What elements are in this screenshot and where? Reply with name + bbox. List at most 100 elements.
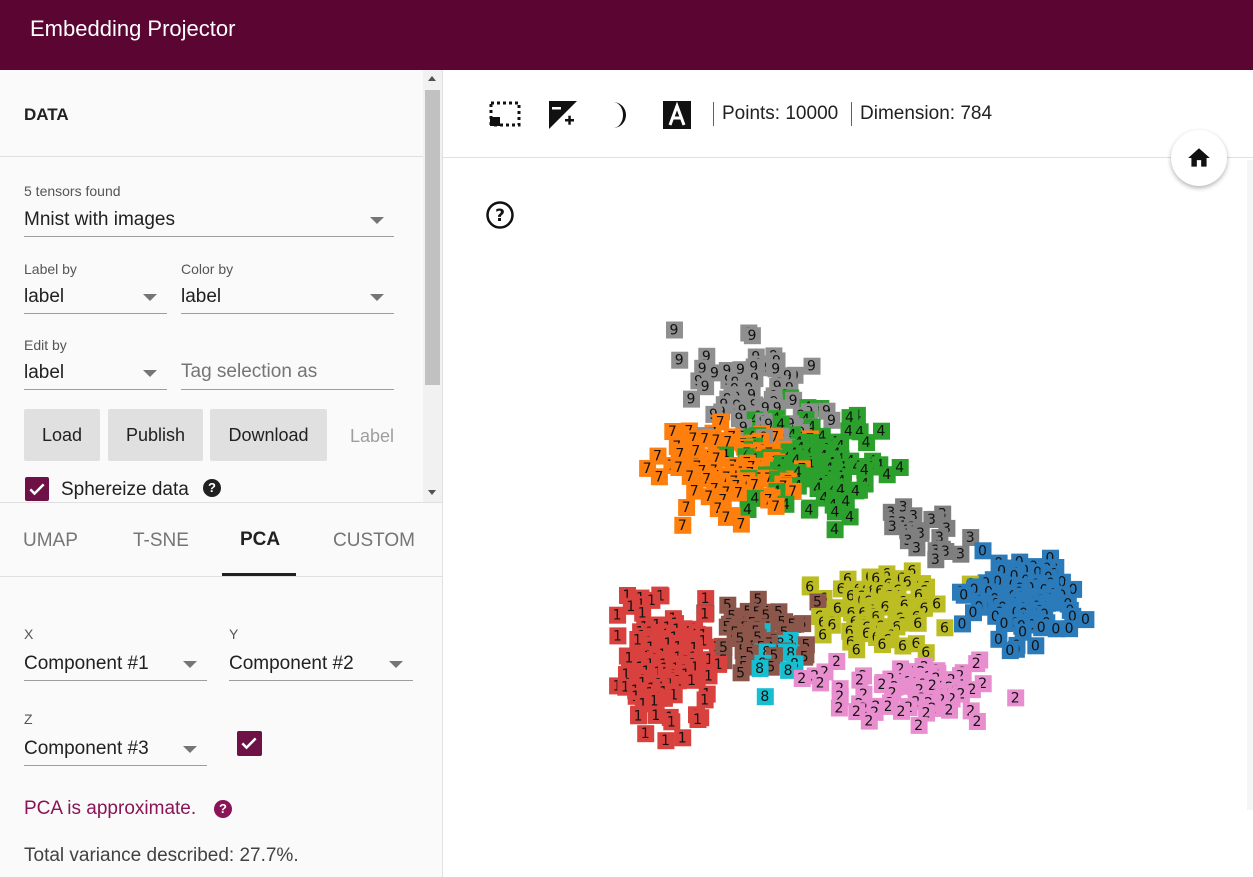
embedding-point[interactable]: 7: [650, 468, 668, 486]
data-scrollbar[interactable]: [423, 70, 442, 502]
embedding-point[interactable]: 4: [841, 508, 859, 526]
scroll-down-icon[interactable]: [428, 490, 436, 495]
night-mode-contrast-icon[interactable]: [546, 98, 580, 132]
embedding-point[interactable]: 1: [696, 691, 714, 709]
embedding-point[interactable]: 1: [609, 627, 627, 645]
embedding-point[interactable]: 7: [718, 508, 735, 526]
embedding-point[interactable]: 8: [756, 688, 774, 706]
embedding-scatter-plot[interactable]: 9999999999999999999999999999999999999499…: [563, 240, 1163, 840]
embedding-point[interactable]: 0: [1047, 620, 1065, 638]
home-button[interactable]: [1171, 130, 1227, 186]
tab-tsne[interactable]: T-SNE: [133, 530, 189, 552]
embedding-point[interactable]: 7: [681, 467, 699, 485]
embedding-point[interactable]: 1: [637, 725, 655, 743]
embedding-point[interactable]: 7: [686, 482, 704, 500]
embedding-point[interactable]: 0: [1001, 642, 1019, 660]
scroll-up-icon[interactable]: [428, 76, 436, 81]
embedding-point[interactable]: 6: [894, 637, 912, 655]
scrollbar-thumb[interactable]: [425, 90, 440, 385]
embedding-point[interactable]: 0: [1033, 619, 1051, 637]
embedding-point[interactable]: 0: [955, 586, 973, 604]
embedding-point[interactable]: 2: [893, 702, 910, 720]
embedding-point[interactable]: 7: [674, 516, 692, 534]
embedding-point[interactable]: 4: [739, 501, 757, 518]
y-component-select[interactable]: Component #2: [229, 643, 413, 681]
embedding-point[interactable]: 4: [826, 503, 844, 521]
embedding-point[interactable]: 1: [630, 707, 648, 725]
embedding-point[interactable]: 9: [666, 321, 683, 339]
download-button[interactable]: Download: [210, 409, 327, 461]
edit-by-select[interactable]: label: [24, 353, 167, 390]
embedding-point[interactable]: 0: [954, 615, 971, 633]
embedding-point[interactable]: 1: [657, 732, 675, 750]
embedding-point[interactable]: 9: [671, 351, 689, 369]
embedding-point[interactable]: 9: [683, 390, 700, 408]
help-circle-icon[interactable]: ?: [485, 200, 515, 230]
embedding-point[interactable]: 6: [874, 636, 891, 654]
color-by-select[interactable]: label: [181, 277, 394, 314]
embedding-point[interactable]: 9: [803, 357, 821, 375]
embedding-point[interactable]: 3: [952, 545, 970, 563]
embedding-point[interactable]: 1: [689, 711, 707, 728]
x-component-select[interactable]: Component #1: [24, 643, 207, 681]
embedding-point[interactable]: 7: [732, 515, 750, 533]
embedding-point[interactable]: 0: [1077, 611, 1095, 629]
tab-umap[interactable]: UMAP: [23, 530, 78, 552]
z-component-select[interactable]: Component #3: [24, 728, 207, 766]
embedding-point[interactable]: 1: [696, 605, 714, 623]
embedding-point[interactable]: 2: [941, 701, 958, 719]
tab-pca[interactable]: PCA: [240, 529, 280, 551]
embedding-point[interactable]: 2: [1007, 689, 1025, 707]
sphereize-checkbox[interactable]: [25, 477, 49, 501]
embedding-point[interactable]: 1: [663, 713, 681, 731]
embedding-point[interactable]: 6: [848, 641, 866, 659]
label-button[interactable]: Label: [350, 426, 394, 447]
embedding-point[interactable]: 4: [800, 501, 818, 519]
embedding-point[interactable]: 7: [678, 499, 696, 516]
tensor-select[interactable]: Mnist with images: [24, 200, 394, 237]
embedding-point[interactable]: 6: [936, 619, 954, 637]
embedding-point[interactable]: 4: [873, 422, 890, 440]
help-icon[interactable]: ?: [214, 800, 232, 818]
embedding-point[interactable]: 6: [814, 626, 832, 644]
embedding-point[interactable]: 5: [809, 593, 827, 611]
embedding-point[interactable]: 5: [732, 664, 750, 682]
point-digit: 0: [1005, 643, 1014, 659]
label-by-select[interactable]: label: [24, 277, 167, 314]
embedding-point[interactable]: 2: [793, 670, 811, 687]
tab-custom[interactable]: CUSTOM: [333, 530, 415, 552]
embedding-point[interactable]: 3: [927, 551, 945, 569]
z-component-checkbox[interactable]: [237, 731, 262, 756]
embedding-point[interactable]: 2: [830, 699, 848, 717]
moon-icon[interactable]: [603, 98, 637, 132]
embedding-point[interactable]: 2: [860, 712, 878, 730]
embedding-point[interactable]: 7: [767, 497, 785, 515]
embedding-point[interactable]: 9: [743, 327, 761, 345]
embedding-point[interactable]: 0: [1027, 637, 1045, 655]
embedding-point[interactable]: 3: [908, 539, 926, 557]
embedding-point[interactable]: 2: [910, 716, 928, 734]
embedding-point[interactable]: 3: [884, 518, 902, 536]
embedding-point[interactable]: 7: [730, 484, 748, 502]
embedding-point[interactable]: 1: [609, 606, 627, 624]
point-digit: 9: [747, 328, 756, 344]
embedding-point[interactable]: 4: [858, 434, 876, 452]
embedding-point[interactable]: 7: [664, 423, 682, 440]
embedding-point[interactable]: 4: [826, 521, 844, 539]
embedding-point[interactable]: 0: [995, 615, 1013, 632]
embedding-point[interactable]: 9: [823, 411, 841, 429]
load-button[interactable]: Load: [24, 409, 100, 461]
embedding-point[interactable]: 8: [751, 660, 769, 677]
embedding-point[interactable]: 6: [909, 614, 927, 632]
point-digit: 8: [784, 663, 793, 679]
help-icon[interactable]: ?: [203, 479, 221, 497]
embedding-point[interactable]: 2: [812, 674, 830, 692]
embedding-point[interactable]: 1: [674, 729, 692, 747]
publish-button[interactable]: Publish: [108, 409, 203, 461]
embedding-point[interactable]: 4: [878, 466, 896, 484]
selection-rect-icon[interactable]: [488, 98, 522, 132]
embedding-point[interactable]: 0: [974, 542, 992, 560]
embedding-point[interactable]: 2: [968, 713, 986, 730]
labels-icon[interactable]: [660, 98, 694, 132]
tag-selection-input[interactable]: Tag selection as: [181, 353, 394, 390]
